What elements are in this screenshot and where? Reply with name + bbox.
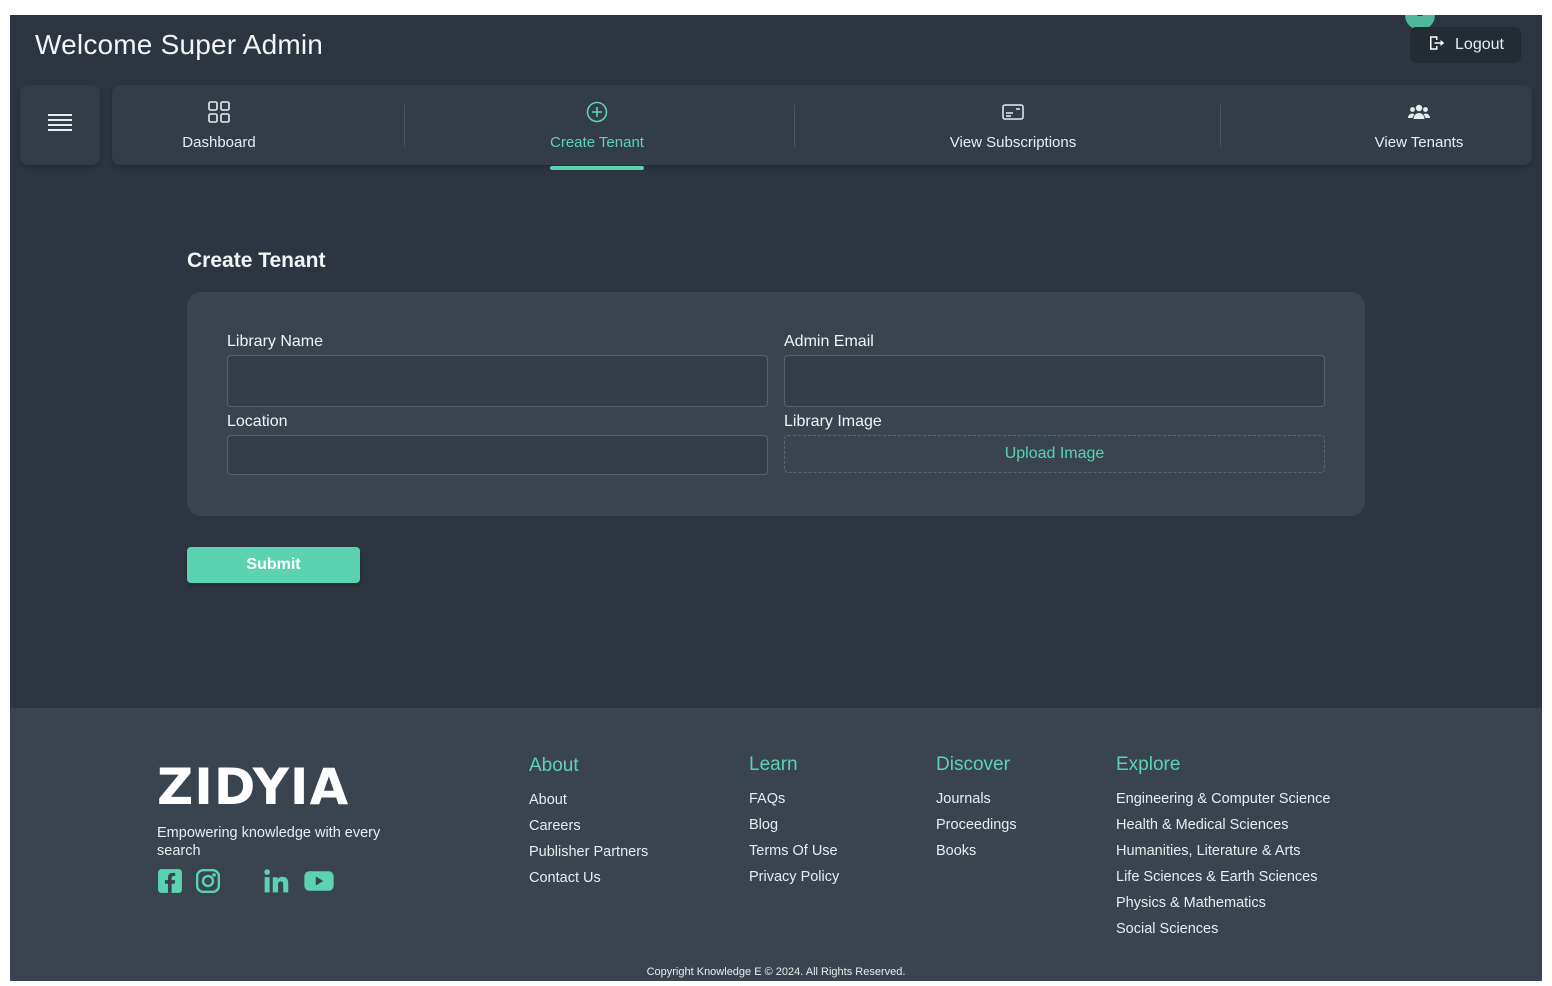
menu-toggle-button[interactable]	[20, 85, 100, 165]
footer-link[interactable]: Contact Us	[529, 868, 648, 894]
location-label: Location	[227, 413, 288, 430]
linkedin-icon[interactable]	[263, 868, 289, 894]
zidyia-logo[interactable]: ZIDYIA	[157, 758, 349, 816]
footer-heading-about: About	[529, 755, 579, 776]
create-tenant-form: Library Name Admin Email Location Librar…	[187, 292, 1365, 516]
nav-item-view-tenants[interactable]: View Tenants	[1349, 85, 1489, 165]
nav-item-view-subscriptions[interactable]: View Subscriptions	[927, 85, 1099, 165]
footer-link[interactable]: Books	[936, 841, 1017, 867]
footer-link[interactable]: Publisher Partners	[529, 842, 648, 868]
nav-label-dashboard: Dashboard	[182, 133, 256, 151]
active-tab-indicator	[550, 166, 644, 170]
copyright-text: Copyright Knowledge E © 2024. All Rights…	[646, 966, 906, 978]
logout-icon	[1427, 34, 1445, 57]
nav-divider	[794, 105, 795, 147]
library-name-label: Library Name	[227, 333, 324, 350]
submit-label: Submit	[246, 556, 301, 573]
footer-link[interactable]: FAQs	[749, 789, 839, 815]
plus-circle-icon	[585, 100, 609, 128]
footer-link[interactable]: Life Sciences & Earth Sciences	[1116, 867, 1330, 893]
upload-image-label: Upload Image	[1004, 445, 1105, 462]
footer-link[interactable]: Blog	[749, 815, 839, 841]
footer-link[interactable]: Careers	[529, 816, 648, 842]
footer-link[interactable]: Health & Medical Sciences	[1116, 815, 1330, 841]
footer-link[interactable]: Privacy Policy	[749, 867, 839, 893]
footer-column-explore: Explore Engineering & Computer Science H…	[1116, 754, 1330, 945]
footer-column-discover: Discover Journals Proceedings Books	[936, 754, 1017, 867]
footer-link[interactable]: Journals	[936, 789, 1017, 815]
footer: ZIDYIA Empowering knowledge with every s…	[10, 708, 1542, 981]
footer-link[interactable]: Physics & Mathematics	[1116, 893, 1330, 919]
hamburger-icon	[47, 112, 73, 139]
footer-link[interactable]: Engineering & Computer Science	[1116, 789, 1330, 815]
card-icon	[1001, 100, 1025, 128]
footer-link[interactable]: Proceedings	[936, 815, 1017, 841]
footer-link[interactable]: About	[529, 790, 648, 816]
nav-divider	[1220, 105, 1221, 147]
footer-column-learn: Learn FAQs Blog Terms Of Use Privacy Pol…	[749, 754, 839, 893]
nav-label-view-tenants: View Tenants	[1374, 133, 1464, 151]
admin-email-label: Admin Email	[784, 333, 874, 350]
location-input[interactable]	[227, 435, 768, 475]
library-name-input[interactable]	[227, 355, 768, 407]
footer-heading-discover: Discover	[936, 754, 1010, 775]
youtube-icon[interactable]	[303, 868, 335, 894]
admin-email-input[interactable]	[784, 355, 1325, 407]
footer-heading-learn: Learn	[749, 754, 798, 775]
users-icon	[1407, 100, 1431, 128]
footer-tagline: Empowering knowledge with every search	[157, 825, 381, 859]
welcome-heading: Welcome Super Admin	[35, 29, 324, 60]
library-image-label: Library Image	[784, 413, 882, 430]
nav-label-view-subscriptions: View Subscriptions	[949, 133, 1077, 151]
footer-link[interactable]: Social Sciences	[1116, 919, 1330, 945]
nav-item-dashboard[interactable]: Dashboard	[159, 85, 279, 165]
form-title: Create Tenant	[187, 249, 326, 272]
logout-button[interactable]: Logout	[1410, 27, 1521, 63]
nav-divider	[404, 105, 405, 147]
submit-button[interactable]: Submit	[187, 547, 360, 583]
grid-icon	[207, 100, 231, 128]
main-nav: Dashboard Create Tenant View Subscriptio…	[112, 85, 1532, 170]
nav-label-create-tenant: Create Tenant	[550, 133, 644, 151]
facebook-icon[interactable]	[157, 868, 183, 894]
instagram-icon[interactable]	[195, 868, 221, 894]
nav-item-create-tenant[interactable]: Create Tenant	[532, 85, 662, 170]
upload-image-button[interactable]: Upload Image	[784, 435, 1325, 473]
footer-column-about: About About Careers Publisher Partners C…	[529, 755, 648, 894]
logout-label: Logout	[1455, 36, 1504, 53]
footer-heading-explore: Explore	[1116, 754, 1181, 775]
app-window: Welcome Super Admin Logout Dashboard Cre…	[10, 15, 1542, 981]
footer-link[interactable]: Terms Of Use	[749, 841, 839, 867]
footer-link[interactable]: Humanities, Literature & Arts	[1116, 841, 1330, 867]
